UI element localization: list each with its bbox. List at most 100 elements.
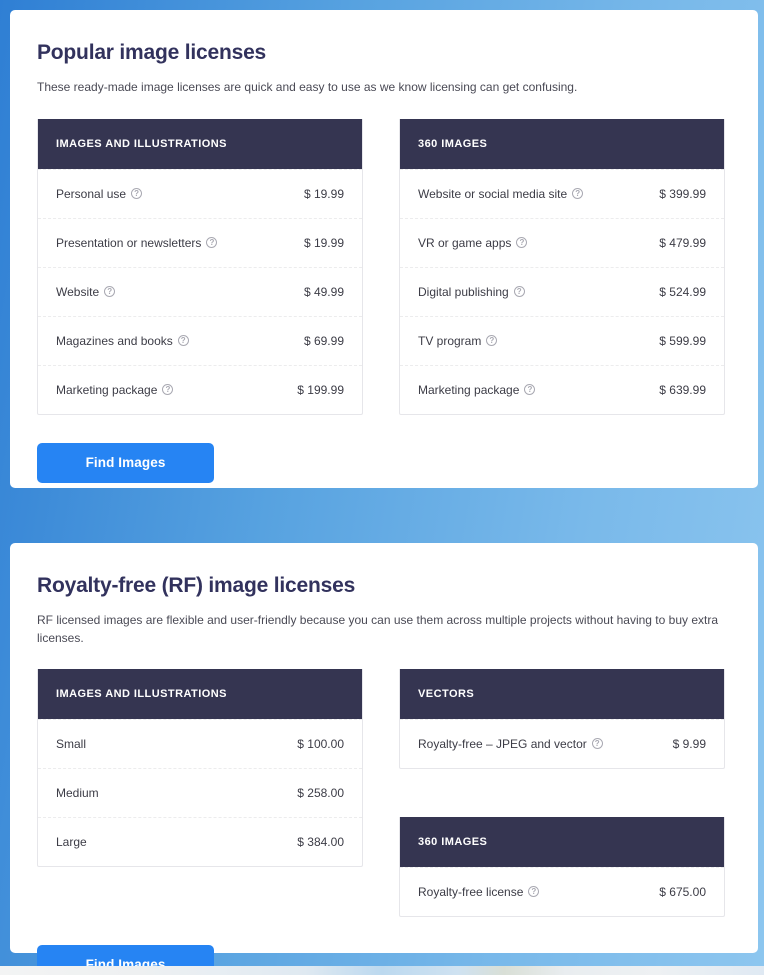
row-price: $ 49.99 [303,284,344,299]
section-title: Royalty-free (RF) image licenses [37,574,356,597]
license-column-right: VECTORS Royalty-free – JPEG and vector ?… [399,668,725,917]
page-bottom-edge-strip [0,966,764,975]
row-label-text: Marketing package [56,382,158,397]
row-label-text: Royalty-free – JPEG and vector [418,736,587,751]
table-row[interactable]: Marketing package ? $ 639.99 [400,364,724,414]
row-label: Royalty-free license ? [418,884,540,899]
table-row[interactable]: Magazines and books ? $ 69.99 [38,315,362,365]
table-row[interactable]: Website or social media site ? $ 399.99 [400,168,724,218]
popular-licenses-section: Popular image licenses These ready-made … [10,10,758,488]
help-icon[interactable]: ? [177,335,189,347]
row-label: Personal use ? [56,186,143,201]
page-viewport: Popular image licenses These ready-made … [10,6,758,966]
row-price: $ 524.99 [659,284,706,299]
license-card: IMAGES AND ILLUSTRATIONS Personal use ? … [37,118,363,415]
row-label-text: VR or game apps [418,235,512,250]
row-price: $ 199.99 [297,382,344,397]
card-header: 360 IMAGES [400,118,724,169]
row-price: $ 599.99 [659,333,706,348]
help-icon[interactable]: ? [162,384,174,396]
help-icon[interactable]: ? [516,237,528,249]
row-label-text: Digital publishing [418,284,509,299]
row-price: $ 19.99 [303,186,344,201]
row-label: Website ? [56,284,116,299]
row-label: Presentation or newsletters ? [56,235,218,250]
license-card-vectors: VECTORS Royalty-free – JPEG and vector ?… [399,668,725,769]
row-label: Website or social media site ? [418,186,584,201]
row-label-text: Website [56,284,100,299]
license-card-360: 360 IMAGES Royalty-free license ? $ 675.… [399,816,725,917]
help-icon[interactable]: ? [104,286,116,298]
row-price: $ 479.99 [659,235,706,250]
table-row[interactable]: Personal use ? $ 19.99 [38,168,362,218]
license-card-grid: IMAGES AND ILLUSTRATIONS Personal use ? … [37,118,731,415]
row-label: Marketing package ? [418,382,536,397]
row-price: $ 384.00 [297,834,344,849]
license-column-left: IMAGES AND ILLUSTRATIONS Personal use ? … [37,118,363,415]
row-label-text: Website or social media site [418,186,568,201]
row-label-text: Medium [56,785,99,800]
table-row[interactable]: Marketing package ? $ 199.99 [38,364,362,414]
page-title: Popular image licenses [37,41,267,64]
table-row[interactable]: Digital publishing ? $ 524.99 [400,266,724,316]
table-row[interactable]: Presentation or newsletters ? $ 19.99 [38,217,362,267]
row-label-text: Royalty-free license [418,884,524,899]
help-icon[interactable]: ? [131,188,143,200]
row-label-text: Large [56,834,87,849]
card-header: 360 IMAGES [400,816,724,867]
row-label-text: Small [56,736,87,751]
table-row[interactable]: Royalty-free – JPEG and vector ? $ 9.99 [400,718,724,768]
card-spacer [399,769,725,817]
help-icon[interactable]: ? [572,188,584,200]
row-price: $ 258.00 [297,785,344,800]
royalty-free-licenses-section: Royalty-free (RF) image licenses RF lice… [10,543,758,966]
table-row[interactable]: Medium $ 258.00 [38,767,362,817]
card-header: VECTORS [400,668,724,719]
row-label: Medium [56,786,99,800]
row-label: TV program ? [418,333,498,348]
row-label: Small [56,737,86,751]
row-price: $ 639.99 [659,382,706,397]
help-icon[interactable]: ? [528,886,540,898]
license-column-right: 360 IMAGES Website or social media site … [399,118,725,415]
help-icon[interactable]: ? [486,335,498,347]
row-label-text: TV program [418,333,482,348]
row-price: $ 19.99 [303,235,344,250]
row-label: Marketing package ? [56,382,174,397]
row-label: Digital publishing ? [418,285,525,299]
help-icon[interactable]: ? [524,384,536,396]
row-label: Large [56,835,87,849]
section-subtitle: RF licensed images are flexible and user… [37,613,719,645]
find-images-button[interactable]: Find Images [37,442,214,483]
row-label: VR or game apps ? [418,235,528,250]
help-icon[interactable]: ? [591,738,603,750]
row-label-text: Marketing package [418,382,520,397]
table-row[interactable]: VR or game apps ? $ 479.99 [400,217,724,267]
license-card: IMAGES AND ILLUSTRATIONS Small $ 100.00 … [37,668,363,867]
find-images-button[interactable]: Find Images [37,944,214,966]
license-column-left: IMAGES AND ILLUSTRATIONS Small $ 100.00 … [37,668,363,867]
card-header: IMAGES AND ILLUSTRATIONS [38,668,362,719]
row-label-text: Personal use [56,186,127,201]
row-price: $ 69.99 [303,333,344,348]
table-row[interactable]: Small $ 100.00 [38,718,362,768]
license-card-grid: IMAGES AND ILLUSTRATIONS Small $ 100.00 … [37,668,731,917]
row-price: $ 399.99 [659,186,706,201]
help-icon[interactable]: ? [513,286,525,298]
row-label-text: Presentation or newsletters [56,235,202,250]
row-label-text: Magazines and books [56,333,173,348]
license-card: 360 IMAGES Website or social media site … [399,118,725,415]
row-price: $ 100.00 [297,736,344,751]
help-icon[interactable]: ? [206,237,218,249]
table-row[interactable]: Large $ 384.00 [38,816,362,866]
row-price: $ 9.99 [672,736,706,751]
section-subtitle: These ready-made image licenses are quic… [37,80,578,95]
card-header: IMAGES AND ILLUSTRATIONS [38,118,362,169]
table-row[interactable]: Website ? $ 49.99 [38,266,362,316]
table-row[interactable]: Royalty-free license ? $ 675.00 [400,866,724,916]
row-label: Royalty-free – JPEG and vector ? [418,737,603,751]
row-label: Magazines and books ? [56,334,189,348]
row-price: $ 675.00 [659,884,706,899]
table-row[interactable]: TV program ? $ 599.99 [400,315,724,365]
